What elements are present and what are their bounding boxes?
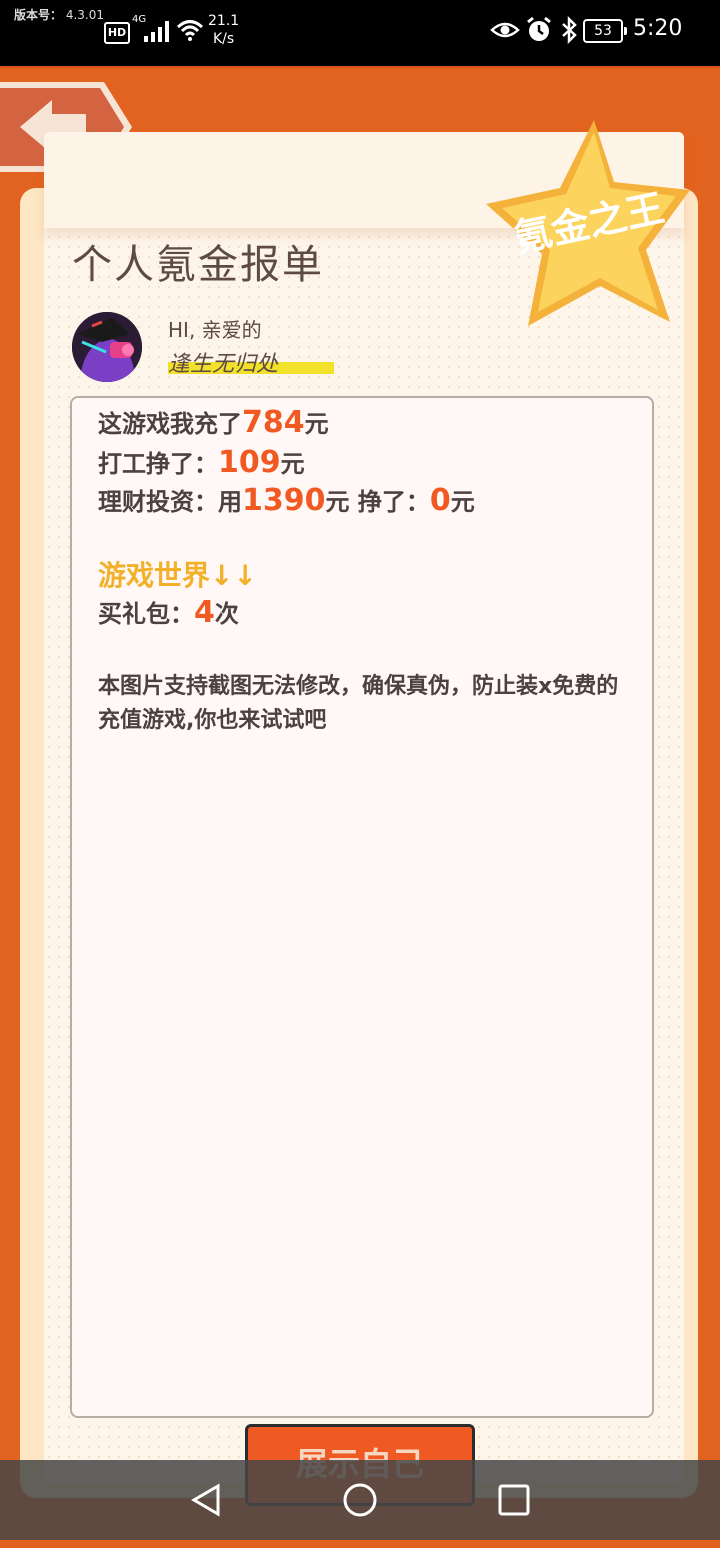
bluetooth-icon xyxy=(562,16,577,44)
work-value: 109 xyxy=(218,445,281,480)
speed-unit: K/s xyxy=(212,31,235,47)
invest-mid-label: 元 挣了： xyxy=(325,488,430,516)
work-earnings-line: 打工挣了：109元 xyxy=(98,444,305,480)
work-unit: 元 xyxy=(280,450,305,478)
star-badge: 氪金之王 xyxy=(486,120,690,326)
disclaimer-note: 本图片支持截图无法修改，确保真伪，防止装x免费的充值游戏,你也来试试吧 xyxy=(98,674,619,733)
page-title: 个人氪金报单 xyxy=(72,242,324,288)
work-label: 打工挣了： xyxy=(98,450,218,478)
recharge-label: 这游戏我充了 xyxy=(98,410,242,438)
network-speed: 21.1 K/s xyxy=(208,12,239,48)
invest-unit: 元 xyxy=(450,488,475,516)
speed-value: 21.1 xyxy=(208,13,240,29)
clock: 5:20 xyxy=(633,16,683,41)
version-label: 版本号： xyxy=(14,8,63,22)
section-title-game-world: 游戏世界↓↓ xyxy=(98,559,257,592)
signal-icon xyxy=(144,21,169,42)
nav-recents-icon[interactable] xyxy=(496,1482,532,1518)
alarm-icon xyxy=(527,16,551,41)
avatar xyxy=(72,312,142,382)
battery-icon: 53 xyxy=(583,19,627,43)
version-info: 版本号： 4.3.01 xyxy=(14,6,104,23)
recharge-value: 784 xyxy=(242,405,305,440)
hd-icon: HD xyxy=(104,22,130,44)
wifi-icon xyxy=(176,20,204,41)
status-bar: 版本号： 4.3.01 HD 4G 21.1 K/s 53 5:20 xyxy=(0,0,720,66)
invest-label: 理财投资：用 xyxy=(98,488,242,516)
nav-home-icon[interactable] xyxy=(342,1482,378,1518)
nav-back-icon[interactable] xyxy=(188,1482,224,1518)
recharge-line: 这游戏我充了784元 xyxy=(98,404,329,440)
report-box: 这游戏我充了784元 打工挣了：109元 理财投资：用1390元 挣了：0元 游… xyxy=(70,396,654,1418)
gift-label: 买礼包： xyxy=(98,600,194,628)
gift-line: 买礼包：4次 xyxy=(98,594,239,630)
invest-earned-value: 0 xyxy=(429,483,451,518)
eye-icon xyxy=(490,22,520,38)
investment-line: 理财投资：用1390元 挣了：0元 xyxy=(98,482,475,518)
gift-unit: 次 xyxy=(214,600,239,628)
username: 逢生无归处 xyxy=(168,352,279,377)
username-block: 逢生无归处 xyxy=(168,346,334,377)
version-value: 4.3.01 xyxy=(65,8,105,22)
invest-spent-value: 1390 xyxy=(242,483,326,518)
recharge-unit: 元 xyxy=(304,410,329,438)
greeting: HI, 亲爱的 xyxy=(168,318,262,342)
gift-value: 4 xyxy=(194,595,215,630)
